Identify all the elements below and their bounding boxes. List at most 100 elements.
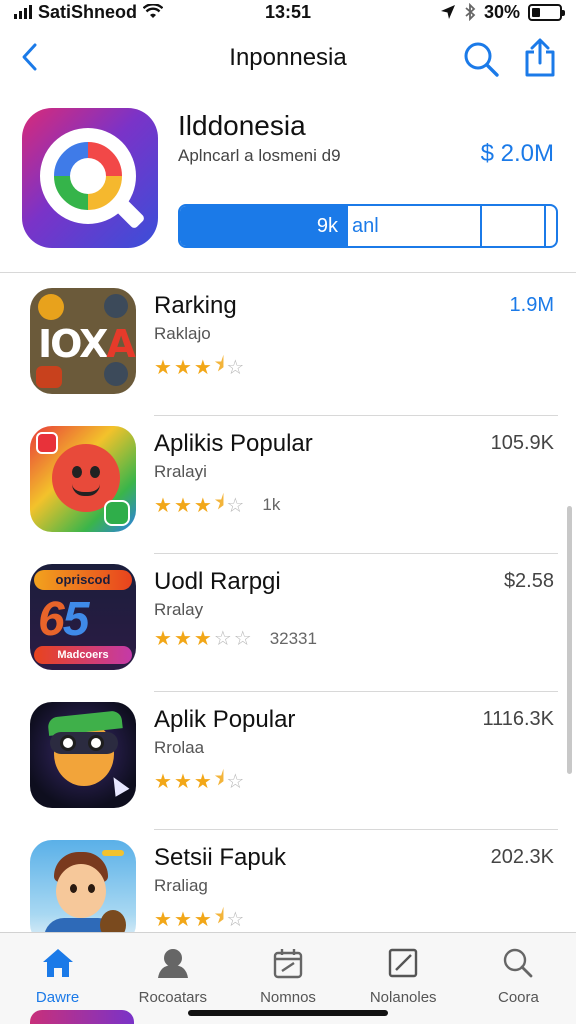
app-category: Rrolaa xyxy=(154,738,205,757)
star-filled-icon: ★ xyxy=(193,908,212,931)
app-name: Rarking xyxy=(154,292,237,319)
star-filled-icon: ★ xyxy=(193,494,212,517)
search-icon xyxy=(498,943,538,983)
star-empty-icon: ☆ xyxy=(226,356,245,379)
nav-bar: Inponnesia xyxy=(0,28,576,88)
icon-face xyxy=(56,864,106,918)
search-icon xyxy=(464,42,499,77)
share-button[interactable] xyxy=(522,38,558,78)
battery-level xyxy=(532,7,540,17)
tab-label: Nomnos xyxy=(260,989,316,1006)
person-icon xyxy=(153,943,193,983)
icon-decoration xyxy=(36,366,62,388)
app-icon xyxy=(30,840,136,946)
app-category: Rraliag xyxy=(154,876,208,895)
star-empty-icon: ☆ xyxy=(233,628,252,650)
item-divider xyxy=(154,553,558,554)
action-segment-empty[interactable] xyxy=(482,206,546,246)
rating-count: 1k xyxy=(262,495,281,514)
app-metric: 1.9M xyxy=(509,294,554,316)
star-rating: ★ ★ ★ ⯨ ☆ 1k xyxy=(154,488,280,522)
app-metric: 105.9K xyxy=(490,432,554,454)
item-divider xyxy=(154,829,558,830)
featured-app-icon[interactable] xyxy=(22,108,158,248)
star-filled-icon: ★ xyxy=(154,908,172,931)
star-filled-icon: ★ xyxy=(173,356,192,379)
star-filled-icon: ★ xyxy=(193,628,212,650)
home-icon xyxy=(38,943,78,983)
featured-price: $ 2.0M xyxy=(480,140,554,167)
home-indicator[interactable] xyxy=(188,1010,388,1016)
app-name: Uodl Rarpgi xyxy=(154,568,281,595)
app-icon: opriscod 65 Madcoers xyxy=(30,564,136,670)
app-metric: 1116.3K xyxy=(482,708,554,730)
star-half-icon: ⯨ xyxy=(213,354,225,376)
star-empty-icon: ☆ xyxy=(226,908,245,931)
chevron-left-icon xyxy=(22,43,37,71)
tab-label: Coora xyxy=(497,989,539,1006)
app-icon: IOXA xyxy=(30,288,136,394)
icon-smile xyxy=(72,484,100,496)
secondary-action-button[interactable]: anl xyxy=(348,206,482,246)
edit-square-icon xyxy=(383,943,423,983)
star-filled-icon: ★ xyxy=(173,908,192,931)
tab-label: Dawre xyxy=(35,989,80,1006)
app-name: Aplik Popular xyxy=(154,706,296,733)
app-icon xyxy=(30,426,136,532)
status-right: 30% xyxy=(440,1,565,23)
list-item[interactable]: opriscod 65 Madcoers Uodl Rarpgi Rralay … xyxy=(0,556,576,692)
status-bar: SatiShneod 13:51 30% xyxy=(0,0,576,24)
icon-eye xyxy=(90,466,100,478)
scroll-indicator[interactable] xyxy=(567,506,572,774)
star-filled-icon: ★ xyxy=(154,770,172,793)
icon-banner-bottom: Madcoers xyxy=(34,646,132,664)
list-item[interactable]: Aplikis Popular Rralayi ★ ★ ★ ⯨ ☆ 1k 105.9K xyxy=(0,418,576,554)
icon-eye xyxy=(72,466,82,478)
icon-number: 65 xyxy=(38,593,89,646)
star-filled-icon: ★ xyxy=(173,628,192,650)
battery-icon xyxy=(528,3,565,21)
icon-banner-top: opriscod xyxy=(34,570,132,590)
app-metric: $2.58 xyxy=(503,570,554,592)
icon-eye xyxy=(60,735,76,751)
star-filled-icon: ★ xyxy=(154,494,172,517)
next-app-icon-peek xyxy=(30,1010,134,1024)
status-left: SatiShneod xyxy=(14,2,440,23)
star-empty-icon: ☆ xyxy=(213,628,232,650)
star-rating: ★ ★ ★ ☆ ☆ 32331 xyxy=(154,626,317,651)
featured-action-control[interactable]: 9k anl xyxy=(178,204,558,248)
icon-eye xyxy=(88,884,95,893)
lens-handle xyxy=(114,198,146,230)
featured-subtitle: Aplncarl a losmeni d9 xyxy=(178,146,341,165)
star-filled-icon: ★ xyxy=(173,770,192,793)
star-half-icon: ⯨ xyxy=(213,492,225,514)
item-divider xyxy=(154,691,558,692)
wifi-icon xyxy=(143,4,164,18)
icon-decoration xyxy=(38,294,64,320)
battery-percent: 30% xyxy=(483,1,520,22)
icon-eye xyxy=(70,884,77,893)
location-arrow-icon xyxy=(440,5,455,19)
app-name: Setsii Fapuk xyxy=(154,844,287,871)
back-button[interactable] xyxy=(14,40,44,74)
icon-text: IOXA xyxy=(38,322,136,366)
star-filled-icon: ★ xyxy=(193,770,212,793)
star-filled-icon: ★ xyxy=(154,356,172,379)
tab-search[interactable]: Coora xyxy=(461,933,576,1024)
primary-action-button[interactable]: 9k xyxy=(180,206,348,246)
cursor-icon xyxy=(106,773,130,797)
search-button[interactable] xyxy=(462,40,500,78)
app-name: Aplikis Popular xyxy=(154,430,313,457)
app-category: Rralay xyxy=(154,600,204,619)
calendar-icon xyxy=(268,943,308,983)
list-item[interactable]: IOXA Rarking Raklajo ★ ★ ★ ⯨ ☆ 1.9M xyxy=(0,280,576,416)
star-rating: ★ ★ ★ ⯨ ☆ xyxy=(154,902,244,936)
app-category: Rralayi xyxy=(154,462,207,481)
icon-badge xyxy=(104,500,130,526)
list-item[interactable]: Aplik Popular Rrolaa ★ ★ ★ ⯨ ☆ 1116.3K xyxy=(0,694,576,830)
tab-label: Rocoatars xyxy=(138,989,207,1006)
star-half-icon: ⯨ xyxy=(213,906,225,928)
app-metric: 202.3K xyxy=(490,846,554,868)
item-divider xyxy=(154,415,558,416)
star-half-icon: ⯨ xyxy=(213,768,225,790)
